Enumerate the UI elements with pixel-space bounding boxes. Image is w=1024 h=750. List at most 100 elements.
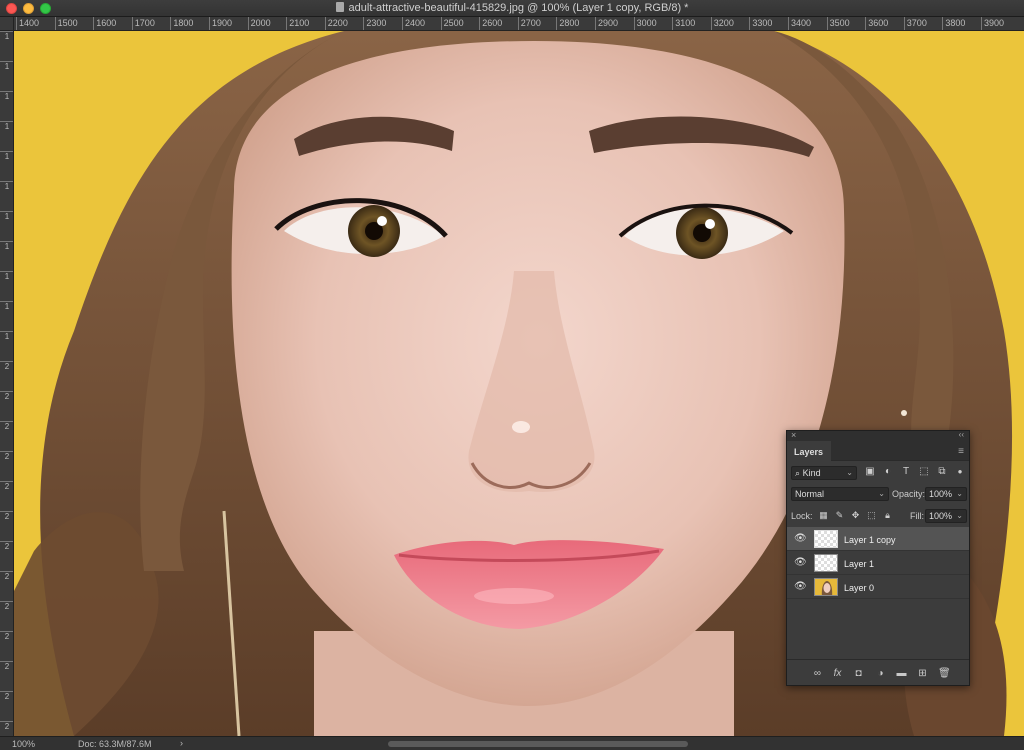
ruler-tick-label: 1	[0, 271, 13, 281]
status-bar: 100% Doc: 63.3M/87.6M ›	[0, 736, 1024, 750]
lock-row: Lock: ▦ ✎ ✥ ⬚ 🔒︎ Fill: 100% ⌄	[787, 505, 969, 527]
type-filter-icon[interactable]: T	[901, 467, 911, 477]
visibility-eye-icon[interactable]: 👁︎	[794, 582, 807, 592]
adjustment-filter-icon[interactable]: ◐	[883, 467, 893, 477]
lock-all-icon[interactable]: 🔒︎	[883, 511, 892, 520]
adjustment-layer-icon[interactable]: ◑	[875, 668, 886, 679]
ruler-tick-label: 2000	[247, 17, 271, 30]
chevron-down-icon: ⌄	[956, 511, 963, 520]
lock-label: Lock:	[791, 511, 813, 521]
layer-row[interactable]: 👁︎ Layer 0	[787, 575, 969, 599]
ruler-tick-label: 2300	[363, 17, 386, 30]
new-group-folder-icon[interactable]: ▬	[896, 668, 907, 679]
link-layers-icon[interactable]: ∞	[812, 668, 823, 679]
ruler-tick-label: 2	[0, 571, 13, 581]
ruler-tick-label: 2600	[479, 17, 502, 30]
tab-layers[interactable]: Layers	[787, 441, 831, 461]
blend-mode-select[interactable]: Normal ⌄	[791, 487, 889, 501]
layer-thumbnail	[814, 554, 838, 572]
layers-panel-footer: ∞ fx ◘ ◑ ▬ ⊞ 🗑︎	[787, 659, 969, 685]
fill-field[interactable]: 100% ⌄	[925, 509, 967, 523]
visibility-eye-icon[interactable]: 👁︎	[794, 534, 807, 544]
fill-value: 100%	[929, 511, 953, 521]
layer-thumbnail	[814, 578, 838, 596]
ruler-tick-label: 1	[0, 61, 13, 71]
layer-name[interactable]: Layer 0	[844, 583, 874, 593]
lock-artboard-icon[interactable]: ⬚	[867, 511, 876, 520]
layer-row[interactable]: 👁︎ Layer 1	[787, 551, 969, 575]
document-title: adult-attractive-beautiful-415829.jpg @ …	[0, 2, 1024, 14]
ruler-tick-label: 1	[0, 121, 13, 131]
document-icon	[335, 2, 344, 12]
ruler-tick-label: 2	[0, 391, 13, 401]
chevron-down-icon: ⌄	[846, 468, 853, 477]
panel-header-strip: × ‹‹	[787, 430, 969, 441]
blend-row: Normal ⌄ Opacity: 100% ⌄	[787, 483, 969, 505]
ruler-tick-label: 2	[0, 511, 13, 521]
ruler-tick-label: 2	[0, 661, 13, 671]
add-mask-icon[interactable]: ◘	[853, 668, 864, 679]
ruler-tick-label: 1	[0, 301, 13, 311]
lock-transparent-pixels-icon[interactable]: ▦	[819, 511, 828, 520]
ruler-tick-label: 2800	[556, 17, 579, 30]
layer-style-fx-icon[interactable]: fx	[832, 668, 843, 679]
ruler-tick-label: 1	[0, 91, 13, 101]
blend-mode-value: Normal	[795, 489, 825, 499]
horizontal-scrollbar[interactable]	[388, 741, 688, 747]
ruler-tick-label: 2	[0, 361, 13, 371]
layer-name[interactable]: Layer 1	[844, 559, 874, 569]
ruler-tick-label: 2	[0, 451, 13, 461]
ruler-tick-label: 1600	[93, 17, 116, 30]
ruler-tick-label: 3900	[981, 17, 1004, 30]
ruler-tick-label: 2200	[324, 17, 348, 30]
filter-toggle-icon[interactable]: ●	[955, 467, 965, 477]
ruler-tick-label: 2100	[286, 17, 309, 30]
close-panel-icon[interactable]: ×	[791, 430, 796, 440]
horizontal-ruler[interactable]: 1400 1500 1600 1700 1800 1900 2000 2100 2200 2300…	[14, 17, 1024, 31]
pixel-filter-icon[interactable]: ▣	[865, 467, 875, 477]
layers-panel: × ‹‹ Layers ≡ ⌕ Kind ⌄ ▣ ◐ T ⬚ ⧉ ● Norma…	[786, 430, 970, 686]
ruler-tick-label: 2400	[402, 17, 425, 30]
layer-thumbnail	[814, 530, 838, 548]
visibility-eye-icon[interactable]: 👁︎	[794, 558, 807, 568]
document-size: Doc: 63.3M/87.6M	[78, 739, 152, 749]
ruler-tick-label: 2700	[517, 17, 541, 30]
filter-kind-label: Kind	[802, 468, 821, 478]
ruler-tick-label: 3400	[788, 17, 811, 30]
ruler-tick-label: 2	[0, 691, 13, 701]
ruler-corner[interactable]	[0, 17, 14, 31]
filter-kind-select[interactable]: ⌕ Kind ⌄	[791, 466, 857, 480]
ruler-tick-label: 3500	[826, 17, 850, 30]
delete-layer-trash-icon[interactable]: 🗑︎	[938, 668, 951, 679]
ruler-tick-label: 2	[0, 601, 13, 611]
layer-name[interactable]: Layer 1 copy	[844, 535, 896, 545]
zoom-level[interactable]: 100%	[12, 739, 35, 749]
status-menu-arrow[interactable]: ›	[180, 738, 183, 748]
search-icon: ⌕	[795, 468, 801, 478]
new-layer-icon[interactable]: ⊞	[917, 668, 928, 679]
ruler-tick-label: 1500	[54, 17, 78, 30]
ruler-tick-label: 2500	[440, 17, 464, 30]
ruler-tick-label: 3200	[710, 17, 734, 30]
vertical-ruler[interactable]: 1 1 1 1 1 1 1 1 1 1 1 2 2 2 2 2 2 2 2 2 2 2 2 2	[0, 31, 14, 736]
chevron-down-icon: ⌄	[956, 489, 963, 498]
portrait-thumbnail-icon	[815, 579, 837, 595]
panel-menu-icon[interactable]: ≡	[958, 446, 964, 457]
ruler-tick-label: 2	[0, 481, 13, 491]
opacity-label: Opacity:	[892, 489, 926, 499]
ruler-tick-label: 3300	[749, 17, 772, 30]
ruler-tick-label: 2	[0, 541, 13, 551]
collapse-panel-icon[interactable]: ‹‹	[959, 430, 964, 439]
ruler-tick-label: 1900	[209, 17, 232, 30]
smart-object-filter-icon[interactable]: ⧉	[937, 467, 947, 477]
opacity-field[interactable]: 100% ⌄	[925, 487, 967, 501]
lock-image-pixels-icon[interactable]: ✎	[835, 511, 844, 520]
chevron-down-icon: ⌄	[878, 489, 885, 498]
ruler-tick-label: 1800	[170, 17, 193, 30]
layers-list: 👁︎ Layer 1 copy 👁︎ Layer 1 👁︎ Layer 0	[787, 527, 969, 599]
layer-row[interactable]: 👁︎ Layer 1 copy	[787, 527, 969, 551]
ruler-tick-label: 1	[0, 181, 13, 191]
ruler-tick-label: 2900	[595, 17, 618, 30]
lock-position-icon[interactable]: ✥	[851, 511, 860, 520]
shape-filter-icon[interactable]: ⬚	[919, 467, 929, 477]
